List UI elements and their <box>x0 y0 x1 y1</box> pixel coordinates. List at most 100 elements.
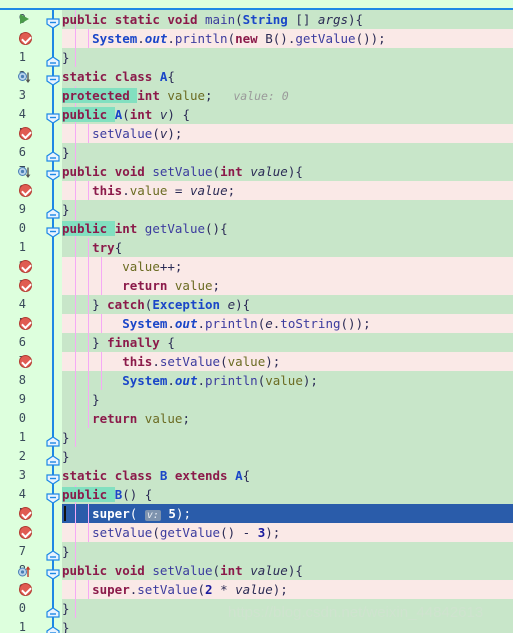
line-code[interactable]: } <box>62 200 513 219</box>
fold-region-start-icon[interactable] <box>45 166 61 181</box>
line-code[interactable]: public A(int v) { <box>62 105 513 124</box>
overrides-up-arrow-icon[interactable] <box>18 564 32 578</box>
line-code[interactable]: try{ <box>62 238 513 257</box>
code-line[interactable]: 9} <box>0 200 513 219</box>
run-main-icon[interactable] <box>20 14 29 24</box>
code-line[interactable]: 6 setValue(getValue() - 3); <box>0 523 513 542</box>
fold-region-start-icon[interactable] <box>45 565 61 580</box>
line-code[interactable]: public B() { <box>62 485 513 504</box>
code-token: v: <box>144 510 161 521</box>
line-code[interactable]: System.out.println(new B().getValue()); <box>62 29 513 48</box>
line-code[interactable]: super( v: 5); <box>62 504 513 525</box>
code-line[interactable]: 2 value++; <box>0 257 513 276</box>
fold-region-end-icon[interactable] <box>45 147 61 162</box>
code-line[interactable]: 4 public B() { <box>0 485 513 504</box>
line-code[interactable]: public int getValue(){ <box>62 219 513 238</box>
line-code[interactable]: static class A{ <box>62 67 513 86</box>
fold-region-end-icon[interactable] <box>45 52 61 67</box>
line-code[interactable]: } <box>62 428 513 447</box>
line-code[interactable]: super.setValue(2 * value); <box>62 580 513 599</box>
code-line[interactable]: 2static class A{ <box>0 67 513 86</box>
fold-region-start-icon[interactable] <box>45 470 61 485</box>
code-line[interactable]: 0 public int getValue(){ <box>0 219 513 238</box>
code-line[interactable]: 3 static class B extends A{ <box>0 466 513 485</box>
code-lines[interactable]: 9 public static void main(String [] args)… <box>0 10 513 633</box>
code-token: getValue <box>295 31 356 46</box>
code-line[interactable]: 7 this.setValue(value); <box>0 352 513 371</box>
fold-region-start-icon[interactable] <box>45 223 61 238</box>
line-code[interactable]: } <box>62 48 513 67</box>
line-code[interactable]: } <box>62 143 513 162</box>
code-line[interactable]: 9 super.setValue(2 * value); <box>0 580 513 599</box>
code-line[interactable]: 5 super( v: 5); <box>0 504 513 523</box>
code-line[interactable]: 7} <box>0 542 513 561</box>
breakpoint-icon[interactable] <box>19 260 32 273</box>
breakpoint-icon[interactable] <box>19 355 32 368</box>
fold-region-end-icon[interactable] <box>45 204 61 219</box>
code-line[interactable]: 9 } <box>0 390 513 409</box>
code-token: . <box>167 316 175 331</box>
line-code[interactable]: } finally { <box>62 333 513 352</box>
fold-region-start-icon[interactable] <box>45 14 61 29</box>
line-code[interactable]: } <box>62 390 513 409</box>
code-line[interactable]: 6} <box>0 143 513 162</box>
code-line[interactable]: 2} <box>0 447 513 466</box>
fold-region-end-icon[interactable] <box>45 622 61 633</box>
fold-region-end-icon[interactable] <box>45 603 61 618</box>
code-editor[interactable]: 9 public static void main(String [] args)… <box>0 10 513 633</box>
line-code[interactable]: System.out.println(e.toString()); <box>62 314 513 333</box>
code-line[interactable]: 0 System.out.println(new B().getValue())… <box>0 29 513 48</box>
implemented-down-arrow-icon[interactable] <box>18 70 32 84</box>
code-line[interactable]: 1} <box>0 428 513 447</box>
code-token: class <box>114 468 160 483</box>
fold-region-end-icon[interactable] <box>45 546 61 561</box>
debugger-editor-window: 9 public static void main(String [] args)… <box>0 0 513 633</box>
line-code[interactable]: protected int value; value: 0 <box>62 86 513 106</box>
code-line[interactable]: 8 System.out.println(value); <box>0 371 513 390</box>
code-token: value: 0 <box>212 89 289 103</box>
breakpoint-icon[interactable] <box>19 526 32 539</box>
code-line[interactable]: 3 return value; <box>0 276 513 295</box>
fold-region-end-icon[interactable] <box>45 451 61 466</box>
breakpoint-icon[interactable] <box>19 32 32 45</box>
line-code[interactable]: static class B extends A{ <box>62 466 513 485</box>
line-code[interactable]: } <box>62 447 513 466</box>
line-code[interactable]: setValue(v); <box>62 124 513 143</box>
breakpoint-icon[interactable] <box>19 184 32 197</box>
implemented-down-arrow-icon[interactable] <box>18 165 32 179</box>
line-code[interactable]: public void setValue(int value){ <box>62 162 513 181</box>
line-code[interactable]: return value; <box>62 409 513 428</box>
line-code[interactable]: return value; <box>62 276 513 295</box>
code-line[interactable]: 1 try{ <box>0 238 513 257</box>
code-line[interactable]: 1} <box>0 48 513 67</box>
line-code[interactable]: System.out.println(value); <box>62 371 513 390</box>
line-code[interactable]: } <box>62 542 513 561</box>
line-code[interactable]: public void setValue(int value){ <box>62 561 513 580</box>
line-code[interactable]: value++; <box>62 257 513 276</box>
line-code[interactable]: setValue(getValue() - 3); <box>62 523 513 542</box>
code-line[interactable]: 5 System.out.println(e.toString()); <box>0 314 513 333</box>
code-line[interactable]: 6 } finally { <box>0 333 513 352</box>
code-line[interactable]: 0 return value; <box>0 409 513 428</box>
breakpoint-icon[interactable] <box>19 127 32 140</box>
line-code[interactable]: this.setValue(value); <box>62 352 513 371</box>
line-code[interactable]: } catch(Exception e){ <box>62 295 513 314</box>
code-line[interactable]: 5 setValue(v); <box>0 124 513 143</box>
code-line[interactable]: 3 protected int value; value: 0 <box>0 86 513 105</box>
breakpoint-icon[interactable] <box>19 317 32 330</box>
code-line[interactable]: 7public void setValue(int value){ <box>0 162 513 181</box>
code-line[interactable]: 4 } catch(Exception e){ <box>0 295 513 314</box>
line-code[interactable]: this.value = value; <box>62 181 513 200</box>
breakpoint-icon[interactable] <box>19 583 32 596</box>
fold-region-start-icon[interactable] <box>45 109 61 124</box>
code-line[interactable]: 4 public A(int v) { <box>0 105 513 124</box>
fold-region-end-icon[interactable] <box>45 432 61 447</box>
breakpoint-icon[interactable] <box>19 507 32 520</box>
breakpoint-icon[interactable] <box>19 279 32 292</box>
fold-region-start-icon[interactable] <box>45 489 61 504</box>
code-line[interactable]: 9 public static void main(String [] args)… <box>0 10 513 29</box>
code-line[interactable]: 8public void setValue(int value){ <box>0 561 513 580</box>
line-code[interactable]: public static void main(String [] args){ <box>62 10 513 29</box>
code-line[interactable]: 8 this.value = value; <box>0 181 513 200</box>
fold-region-start-icon[interactable] <box>45 71 61 86</box>
